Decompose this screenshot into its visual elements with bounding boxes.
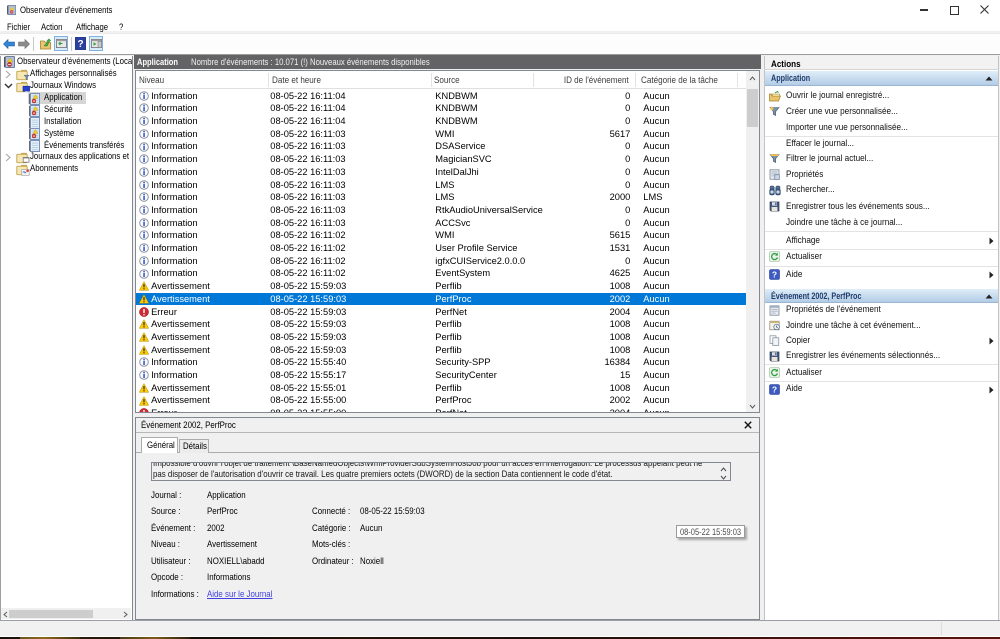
svg-text:?: ? (771, 269, 776, 279)
svg-text:?: ? (771, 384, 776, 394)
svg-text:?: ? (77, 39, 83, 50)
